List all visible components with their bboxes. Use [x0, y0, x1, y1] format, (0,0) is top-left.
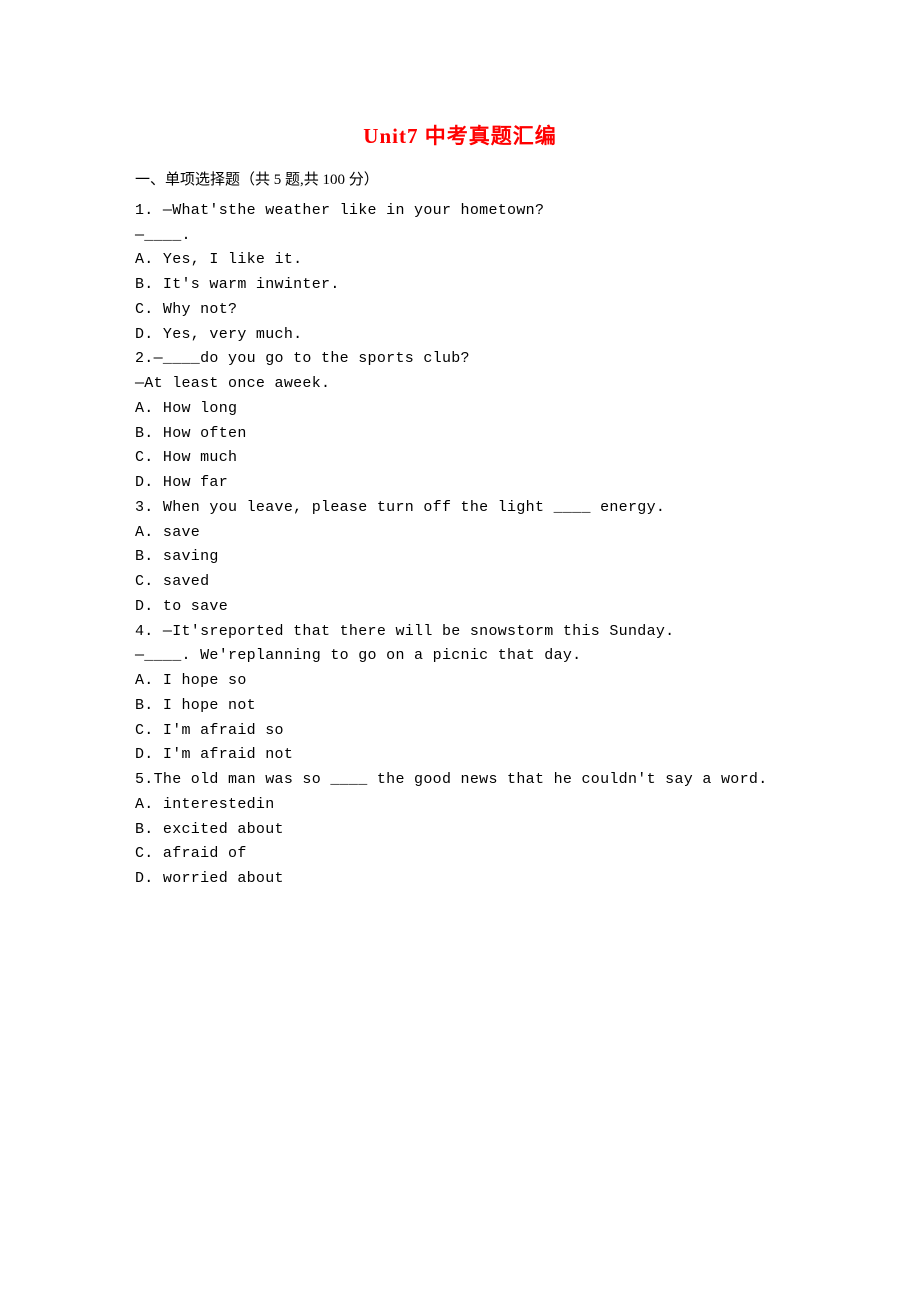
q5-prompt: 5.The old man was so ____ the good news … — [135, 768, 785, 793]
q4-response: —____. We'replanning to go on a picnic t… — [135, 644, 785, 669]
section-header: 一、单项选择题（共 5 题,共 100 分） — [135, 168, 785, 193]
q4-option-d: D. I'm afraid not — [135, 743, 785, 768]
q1-option-c: C. Why not? — [135, 298, 785, 323]
q2-prompt: 2.—____do you go to the sports club? — [135, 347, 785, 372]
q2-response: —At least once aweek. — [135, 372, 785, 397]
document-title: Unit7 中考真题汇编 — [135, 120, 785, 150]
q5-option-c: C. afraid of — [135, 842, 785, 867]
q5-option-b: B. excited about — [135, 818, 785, 843]
q1-option-b: B. It's warm inwinter. — [135, 273, 785, 298]
q1-response: —____. — [135, 224, 785, 249]
q4-prompt: 4. —It'sreported that there will be snow… — [135, 620, 785, 645]
q5-option-a: A. interestedin — [135, 793, 785, 818]
q3-option-b: B. saving — [135, 545, 785, 570]
q4-option-b: B. I hope not — [135, 694, 785, 719]
q4-option-a: A. I hope so — [135, 669, 785, 694]
q1-option-a: A. Yes, I like it. — [135, 248, 785, 273]
q2-option-a: A. How long — [135, 397, 785, 422]
q4-option-c: C. I'm afraid so — [135, 719, 785, 744]
q3-option-a: A. save — [135, 521, 785, 546]
q3-option-c: C. saved — [135, 570, 785, 595]
q5-option-d: D. worried about — [135, 867, 785, 892]
q2-option-c: C. How much — [135, 446, 785, 471]
q3-option-d: D. to save — [135, 595, 785, 620]
q1-prompt: 1. —What'sthe weather like in your homet… — [135, 199, 785, 224]
q2-option-d: D. How far — [135, 471, 785, 496]
q3-prompt: 3. When you leave, please turn off the l… — [135, 496, 785, 521]
q1-option-d: D. Yes, very much. — [135, 323, 785, 348]
q2-option-b: B. How often — [135, 422, 785, 447]
